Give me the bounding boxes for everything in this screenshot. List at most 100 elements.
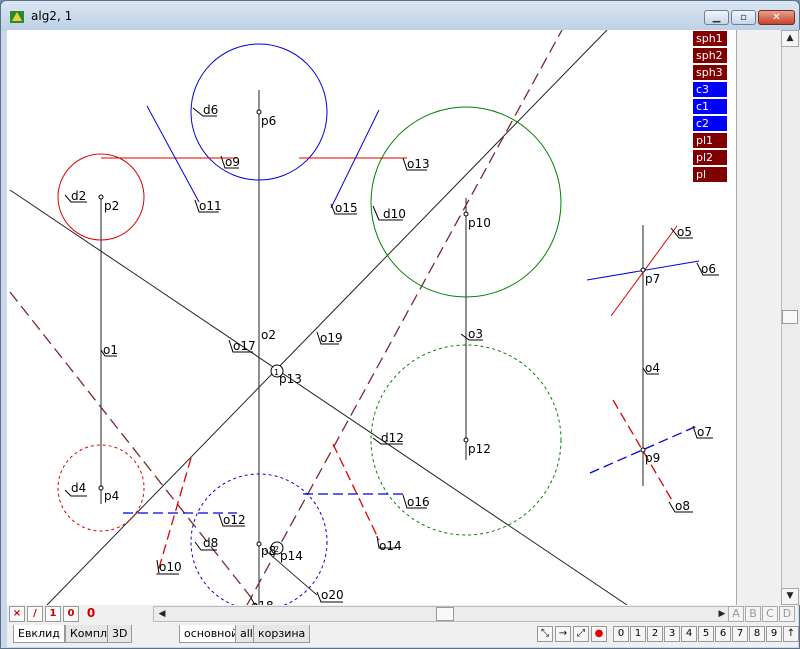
line-o14[interactable] (332, 443, 380, 541)
label-o12: o12 (223, 513, 246, 527)
obj-sph3[interactable]: sph3 (693, 65, 727, 80)
obj-c1[interactable]: c1 (693, 99, 727, 114)
tab-korzina[interactable]: корзина (253, 625, 311, 643)
obj-c3[interactable]: c3 (693, 82, 727, 97)
resize-button[interactable]: ⤢ (573, 626, 589, 642)
tab-osnovnoy[interactable]: основной (179, 625, 244, 643)
scroll-up-icon[interactable]: ▲ (781, 30, 799, 47)
label-d8: d8 (203, 536, 218, 550)
label-p14: p14 (280, 549, 303, 563)
app-window: alg2, 1 ▁ ▫ ✕ 1 2 d6 p6 o9 o13 o11 o15 d… (0, 0, 800, 649)
page-4-button[interactable]: 4 (681, 626, 697, 642)
page-9-button[interactable]: 9 (766, 626, 782, 642)
one-tool-button[interactable]: 1 (45, 606, 61, 622)
line-dashed-2[interactable] (246, 30, 563, 605)
page-7-button[interactable]: 7 (732, 626, 748, 642)
label-p8: p8 (261, 544, 276, 558)
minimize-button[interactable]: ▁ (704, 10, 729, 25)
label-p6: p6 (261, 114, 276, 128)
page-5-button[interactable]: 5 (698, 626, 714, 642)
label-o2: o2 (261, 328, 276, 342)
tab-3d[interactable]: 3D (107, 625, 133, 643)
obj-sph1[interactable]: sph1 (693, 31, 727, 46)
record-icon: ● (594, 628, 604, 639)
object-list: sph1 sph2 sph3 c3 c1 c2 pl1 pl2 pl (693, 31, 727, 184)
horizontal-scrollbar[interactable]: ◀ ▶ (153, 606, 731, 622)
arrow-button[interactable]: → (555, 626, 571, 642)
snap-icon: ⤡ (541, 628, 549, 639)
page-2-button[interactable]: 2 (647, 626, 663, 642)
page-3-button[interactable]: 3 (664, 626, 680, 642)
obj-pl1[interactable]: pl1 (693, 133, 727, 148)
line-d12[interactable] (9, 189, 628, 605)
close-button[interactable]: ✕ (758, 10, 795, 25)
label-p13: p13 (279, 372, 302, 386)
label-o10: o10 (159, 560, 182, 574)
label-o1: o1 (103, 343, 118, 357)
label-d6: d6 (203, 103, 218, 117)
window-title: alg2, 1 (31, 9, 73, 23)
zero-tool-button[interactable]: 0 (63, 606, 79, 622)
scroll-left-icon[interactable]: ◀ (154, 607, 170, 621)
scroll-down-icon[interactable]: ▼ (781, 588, 799, 605)
layer-c-button[interactable]: C (762, 606, 778, 622)
obj-pl2[interactable]: pl2 (693, 150, 727, 165)
side-panel: ▲ ▼ (736, 30, 800, 605)
page-6-button[interactable]: 6 (715, 626, 731, 642)
line-tool-button[interactable]: / (27, 606, 43, 622)
label-o7: o7 (697, 425, 712, 439)
label-p12: p12 (468, 442, 491, 456)
geometry-drawing[interactable]: 1 2 d6 p6 o9 o13 o11 o15 d2 p2 d10 p10 o… (7, 30, 736, 605)
label-o17: o17 (233, 339, 256, 353)
label-d4: d4 (71, 481, 86, 495)
page-0-button[interactable]: 0 (613, 626, 629, 642)
snap-button[interactable]: ⤡ (537, 626, 553, 642)
app-icon (10, 11, 24, 23)
vertical-scroll-thumb[interactable] (782, 310, 798, 324)
label-o20: o20 (321, 588, 344, 602)
label-p2: p2 (104, 199, 119, 213)
resize-icon: ⤢ (577, 628, 585, 639)
layer-b-button[interactable]: B (745, 606, 761, 622)
label-o14: o14 (379, 539, 402, 553)
page-1-button[interactable]: 1 (630, 626, 646, 642)
label-o11: o11 (199, 199, 222, 213)
delete-tool-button[interactable]: × (9, 606, 25, 622)
page-up-button[interactable]: ↑ (783, 626, 799, 642)
label-o5: o5 (677, 225, 692, 239)
label-o9: o9 (225, 155, 240, 169)
maximize-button[interactable]: ▫ (731, 10, 756, 25)
label-o13: o13 (407, 157, 430, 171)
label-o15: o15 (335, 201, 358, 215)
obj-pl[interactable]: pl (693, 167, 727, 182)
label-d10: d10 (383, 207, 406, 221)
label-p4: p4 (104, 489, 119, 503)
horizontal-scroll-thumb[interactable] (436, 607, 454, 621)
label-p10: p10 (468, 216, 491, 230)
line-o10[interactable] (156, 457, 192, 576)
obj-c2[interactable]: c2 (693, 116, 727, 131)
bottom-bar: × / 1 0 0 ◀ ▶ A B C D Евклид Компл. 3D о… (7, 605, 799, 647)
label-p7: p7 (645, 272, 660, 286)
label-p9: p9 (645, 451, 660, 465)
title-bar[interactable]: alg2, 1 ▁ ▫ ✕ (1, 1, 799, 31)
label-o19: o19 (320, 331, 343, 345)
line-dashed-1[interactable] (9, 291, 258, 605)
label-o3: o3 (468, 327, 483, 341)
page-8-button[interactable]: 8 (749, 626, 765, 642)
record-button[interactable]: ● (591, 626, 607, 642)
label-o6: o6 (701, 262, 716, 276)
close-icon: ✕ (772, 12, 781, 23)
obj-sph2[interactable]: sph2 (693, 48, 727, 63)
zero-big-button[interactable]: 0 (81, 606, 101, 622)
arrow-right-icon: → (558, 628, 568, 639)
label-d12: d12 (381, 431, 404, 445)
tab-evklid[interactable]: Евклид (13, 625, 65, 643)
label-d2: d2 (71, 189, 86, 203)
maximize-icon: ▫ (740, 12, 747, 23)
layer-d-button[interactable]: D (779, 606, 795, 622)
drawing-canvas[interactable]: 1 2 d6 p6 o9 o13 o11 o15 d2 p2 d10 p10 o… (7, 30, 736, 605)
label-o4: o4 (645, 361, 660, 375)
layer-a-button[interactable]: A (728, 606, 744, 622)
minimize-icon: ▁ (712, 12, 721, 23)
